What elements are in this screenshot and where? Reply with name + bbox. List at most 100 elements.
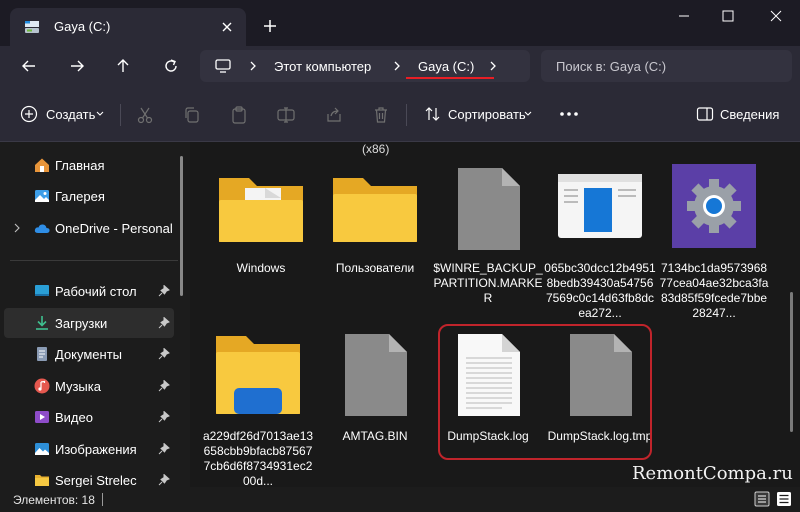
rename-icon[interactable] — [276, 105, 296, 125]
details-label: Сведения — [720, 107, 780, 122]
pin-icon[interactable] — [158, 411, 170, 423]
toolbar-divider — [120, 104, 121, 126]
cloud-icon — [34, 224, 50, 233]
back-arrow-icon[interactable] — [16, 54, 42, 78]
watermark: RemontCompa.ru — [632, 463, 793, 484]
pin-icon[interactable] — [158, 348, 170, 360]
cut-icon[interactable] — [135, 105, 155, 125]
sidebar-divider — [10, 260, 178, 261]
close-tab-icon[interactable] — [217, 17, 237, 37]
up-arrow-icon[interactable] — [110, 54, 136, 78]
folder-icon — [216, 336, 300, 414]
create-label: Создать — [46, 107, 96, 122]
status-divider — [102, 493, 103, 506]
video-icon — [35, 411, 49, 423]
chevron-right-icon[interactable] — [488, 59, 498, 73]
chevron-down-icon — [524, 111, 532, 116]
toolbar-divider — [406, 104, 407, 126]
sidebar-scrollbar[interactable] — [180, 156, 183, 296]
chevron-right-icon[interactable] — [248, 59, 258, 73]
file-name: 065bc30dcc12b49518bedb39430a547567569c0c… — [544, 261, 656, 320]
breadcrumb-this-pc[interactable]: Этот компьютер — [274, 59, 371, 74]
file-name: AMTAG.BIN — [342, 429, 408, 443]
folder-icon — [35, 475, 49, 486]
sidebar-item-video[interactable]: Видео — [4, 402, 174, 432]
sidebar-item-pictures[interactable]: Изображения — [4, 434, 174, 464]
refresh-icon[interactable] — [158, 54, 184, 78]
documents-icon — [37, 347, 47, 361]
address-bar[interactable]: Этот компьютер Gaya (C:) — [200, 50, 530, 82]
sidebar-item-label: Рабочий стол — [55, 284, 137, 299]
chevron-right-icon[interactable] — [392, 59, 402, 73]
sidebar-item-label: Видео — [55, 410, 93, 425]
status-bar: Элементов: 18 — [0, 487, 800, 512]
file-item-065bc30[interactable]: 065bc30dcc12b49518bedb39430a547567569c0c… — [544, 164, 656, 320]
sidebar-item-home[interactable]: Главная — [4, 150, 174, 180]
sidebar-item-label: Главная — [55, 158, 105, 173]
more-options-icon[interactable] — [556, 102, 582, 126]
app-window-icon — [558, 174, 642, 238]
chevron-right-icon[interactable] — [13, 223, 21, 233]
details-pane-button[interactable]: Сведения — [694, 102, 784, 126]
delete-icon[interactable] — [371, 105, 391, 125]
search-input[interactable]: Поиск в: Gaya (C:) — [541, 50, 792, 82]
navigation-pane: Главная Галерея OneDrive - Personal Рабо… — [0, 142, 190, 488]
content-scrollbar[interactable] — [790, 292, 793, 432]
pin-icon[interactable] — [158, 380, 170, 392]
sidebar-item-onedrive[interactable]: OneDrive - Personal — [4, 213, 174, 243]
folder-icon — [333, 178, 417, 242]
sidebar-item-label: OneDrive - Personal — [55, 221, 173, 236]
home-icon — [35, 158, 49, 172]
file-name: Пользователи — [335, 261, 415, 275]
sidebar-item-label: Загрузки — [55, 316, 108, 331]
tab-drive-c[interactable]: Gaya (C:) — [10, 8, 246, 46]
gallery-icon — [35, 190, 49, 202]
plus-icon[interactable] — [258, 16, 282, 36]
file-item-amtag-bin[interactable]: AMTAG.BIN — [319, 332, 431, 443]
sidebar-item-downloads[interactable]: Загрузки — [4, 308, 174, 338]
close-icon[interactable] — [756, 5, 796, 27]
file-item-winre-backup[interactable]: $WINRE_BACKUP_PARTITION.MARKER — [432, 164, 544, 314]
copy-icon[interactable] — [182, 105, 202, 125]
search-placeholder: Поиск в: Gaya (C:) — [556, 59, 667, 74]
file-item-7134bc1[interactable]: 7134bc1da957396877cea04ae32bca3fa83d85f5… — [658, 164, 770, 320]
file-item-windows[interactable]: Windows — [205, 164, 317, 275]
create-button[interactable]: Создать — [16, 102, 108, 126]
pictures-icon — [35, 443, 49, 455]
share-icon[interactable] — [324, 105, 344, 125]
file-item-users[interactable]: Пользователи — [319, 164, 431, 275]
details-view-icon[interactable] — [754, 491, 770, 507]
sidebar-item-label: Документы — [55, 347, 123, 362]
sidebar-item-music[interactable]: Музыка — [4, 371, 174, 401]
maximize-icon[interactable] — [708, 5, 748, 27]
pin-icon[interactable] — [158, 285, 170, 297]
pin-icon[interactable] — [158, 317, 170, 329]
pin-icon[interactable] — [158, 443, 170, 455]
sort-button[interactable]: Сортировать — [420, 102, 536, 126]
forward-arrow-icon[interactable] — [64, 54, 90, 78]
sidebar-item-label: Изображения — [55, 442, 137, 457]
folder-icon — [219, 178, 303, 242]
chevron-down-icon — [96, 111, 104, 116]
breadcrumb-drive-c[interactable]: Gaya (C:) — [418, 59, 474, 74]
sidebar-item-label: Sergei Strelec — [55, 473, 137, 488]
sidebar-item-label: Галерея — [55, 189, 105, 204]
item-name-partial: (x86) — [362, 142, 390, 156]
sort-arrows-icon — [425, 107, 440, 121]
file-name: Windows — [236, 261, 286, 275]
paste-icon[interactable] — [229, 105, 249, 125]
sidebar-item-gallery[interactable]: Галерея — [4, 181, 174, 211]
download-icon — [36, 316, 48, 330]
blank-file-icon — [458, 168, 520, 250]
tab-title: Gaya (C:) — [54, 19, 111, 34]
sidebar-item-documents[interactable]: Документы — [4, 339, 174, 369]
pin-icon[interactable] — [158, 474, 170, 486]
computer-icon[interactable] — [214, 58, 232, 74]
sidebar-item-desktop[interactable]: Рабочий стол — [4, 276, 174, 306]
file-item-a229df2[interactable]: a229df26d7013ae13658cbb9bfacb875677cb6d6… — [202, 332, 314, 487]
file-view: (x86) Windows Пользователи $WINRE_BACKUP… — [192, 142, 800, 487]
minimize-icon[interactable] — [664, 5, 704, 27]
sidebar-item-label: Музыка — [55, 379, 101, 394]
tiles-view-icon[interactable] — [776, 491, 792, 507]
file-name: 7134bc1da957396877cea04ae32bca3fa83d85f5… — [659, 261, 769, 320]
